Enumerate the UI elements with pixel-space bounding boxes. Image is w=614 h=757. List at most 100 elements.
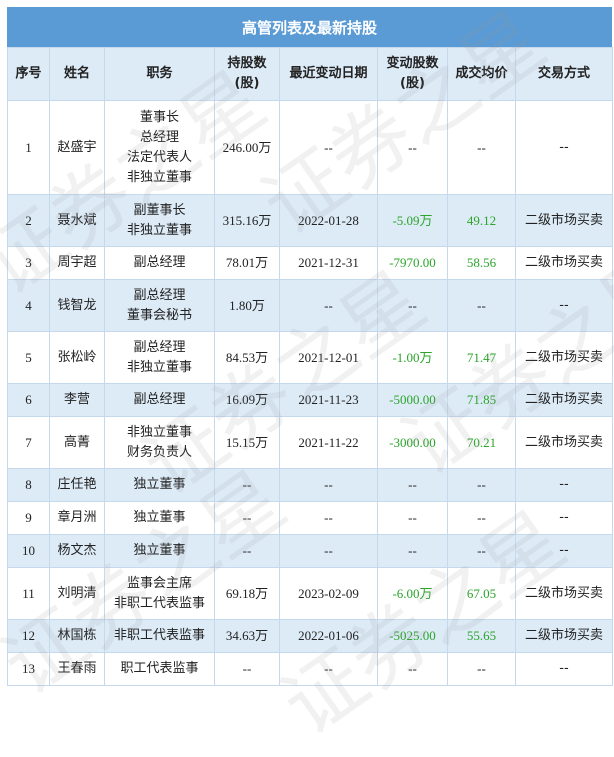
cell-price: -- [447, 501, 516, 535]
table-row: 4 钱智龙 副总经理 董事会秘书 1.80万 -- -- -- -- [7, 279, 613, 332]
table-row: 2 聂水斌 副董事长 非独立董事 315.16万 2022-01-28 -5.09万 49.1… [7, 194, 613, 247]
cell-change: -- [377, 652, 448, 686]
cell-method: -- [515, 501, 613, 535]
cell-shares: 246.00万 [214, 100, 280, 195]
cell-name: 高菁 [49, 416, 105, 469]
cell-role: 副总经理 董事会秘书 [104, 279, 215, 332]
cell-price: 55.65 [447, 619, 516, 653]
table-row: 9 章月洲 独立董事 -- -- -- -- -- [7, 501, 613, 535]
cell-price: -- [447, 652, 516, 686]
cell-change: -- [377, 100, 448, 195]
cell-method: -- [515, 279, 613, 332]
cell-change: -3000.00 [377, 416, 448, 469]
cell-date: 2021-12-01 [279, 331, 378, 384]
cell-date: 2022-01-28 [279, 194, 378, 247]
header-method: 交易方式 [515, 47, 613, 101]
cell-name: 刘明清 [49, 567, 105, 620]
table-title: 高管列表及最新持股 [7, 7, 612, 47]
cell-method: 二级市场买卖 [515, 567, 613, 620]
cell-shares: -- [214, 501, 280, 535]
cell-change: -- [377, 468, 448, 502]
cell-role: 副总经理 非独立董事 [104, 331, 215, 384]
cell-name: 张松岭 [49, 331, 105, 384]
cell-shares: 84.53万 [214, 331, 280, 384]
cell-method: 二级市场买卖 [515, 246, 613, 280]
cell-method: 二级市场买卖 [515, 194, 613, 247]
cell-method: -- [515, 100, 613, 195]
cell-name: 王春雨 [49, 652, 105, 686]
cell-price: 49.12 [447, 194, 516, 247]
cell-method: -- [515, 652, 613, 686]
cell-name: 赵盛宇 [49, 100, 105, 195]
cell-change: -5000.00 [377, 383, 448, 417]
holdings-table: 序号 姓名 职务 持股数 (股) 最近变动日期 变动股数 (股) 成交均价 交易方式 1 赵盛宇 董事… [7, 47, 613, 686]
table-row: 7 高菁 非独立董事 财务负责人 15.15万 2021-11-22 -3000.00 70.… [7, 416, 613, 469]
cell-change: -1.00万 [377, 331, 448, 384]
header-no: 序号 [7, 47, 50, 101]
cell-no: 11 [7, 567, 50, 620]
cell-date: 2021-12-31 [279, 246, 378, 280]
cell-method: -- [515, 468, 613, 502]
header-role: 职务 [104, 47, 215, 101]
cell-role: 独立董事 [104, 468, 215, 502]
cell-name: 聂水斌 [49, 194, 105, 247]
table-row: 5 张松岭 副总经理 非独立董事 84.53万 2021-12-01 -1.00万 71.47… [7, 331, 613, 384]
cell-method: 二级市场买卖 [515, 619, 613, 653]
cell-no: 1 [7, 100, 50, 195]
cell-price: 71.85 [447, 383, 516, 417]
cell-date: -- [279, 468, 378, 502]
cell-shares: 78.01万 [214, 246, 280, 280]
header-price: 成交均价 [447, 47, 516, 101]
cell-date: 2021-11-23 [279, 383, 378, 417]
cell-shares: 69.18万 [214, 567, 280, 620]
cell-price: 58.56 [447, 246, 516, 280]
cell-price: -- [447, 279, 516, 332]
cell-shares: 34.63万 [214, 619, 280, 653]
table-row: 11 刘明清 监事会主席 非职工代表监事 69.18万 2023-02-09 -6.00万 6… [7, 567, 613, 620]
table-row: 6 李营 副总经理 16.09万 2021-11-23 -5000.00 71.85 二级市场… [7, 383, 613, 417]
cell-date: -- [279, 652, 378, 686]
cell-change: -- [377, 501, 448, 535]
table-row: 3 周宇超 副总经理 78.01万 2021-12-31 -7970.00 58.56 二级市… [7, 246, 613, 280]
header-date: 最近变动日期 [279, 47, 378, 101]
cell-shares: -- [214, 652, 280, 686]
cell-no: 5 [7, 331, 50, 384]
cell-name: 林国栋 [49, 619, 105, 653]
cell-date: 2021-11-22 [279, 416, 378, 469]
cell-change: -- [377, 279, 448, 332]
cell-no: 3 [7, 246, 50, 280]
cell-name: 钱智龙 [49, 279, 105, 332]
cell-price: 71.47 [447, 331, 516, 384]
cell-role: 独立董事 [104, 534, 215, 568]
cell-change: -7970.00 [377, 246, 448, 280]
cell-no: 7 [7, 416, 50, 469]
cell-role: 非独立董事 财务负责人 [104, 416, 215, 469]
cell-no: 8 [7, 468, 50, 502]
table-body: 1 赵盛宇 董事长 总经理 法定代表人 非独立董事 246.00万 -- -- -- -- 2 聂水斌副… [7, 100, 613, 686]
cell-shares: 16.09万 [214, 383, 280, 417]
cell-price: -- [447, 534, 516, 568]
cell-no: 12 [7, 619, 50, 653]
cell-method: 二级市场买卖 [515, 331, 613, 384]
cell-role: 副董事长 非独立董事 [104, 194, 215, 247]
cell-role: 监事会主席 非职工代表监事 [104, 567, 215, 620]
cell-price: 70.21 [447, 416, 516, 469]
cell-name: 杨文杰 [49, 534, 105, 568]
header-row: 序号 姓名 职务 持股数 (股) 最近变动日期 变动股数 (股) 成交均价 交易方式 [7, 47, 613, 101]
table-row: 1 赵盛宇 董事长 总经理 法定代表人 非独立董事 246.00万 -- -- -- -- [7, 100, 613, 195]
header-change: 变动股数 (股) [377, 47, 448, 101]
cell-shares: 1.80万 [214, 279, 280, 332]
cell-name: 章月洲 [49, 501, 105, 535]
cell-no: 6 [7, 383, 50, 417]
cell-shares: -- [214, 468, 280, 502]
cell-shares: 15.15万 [214, 416, 280, 469]
cell-name: 庄任艳 [49, 468, 105, 502]
cell-role: 副总经理 [104, 246, 215, 280]
cell-date: -- [279, 279, 378, 332]
cell-no: 9 [7, 501, 50, 535]
table-row: 10 杨文杰 独立董事 -- -- -- -- -- [7, 534, 613, 568]
cell-change: -6.00万 [377, 567, 448, 620]
cell-date: -- [279, 100, 378, 195]
cell-role: 董事长 总经理 法定代表人 非独立董事 [104, 100, 215, 195]
cell-date: -- [279, 501, 378, 535]
